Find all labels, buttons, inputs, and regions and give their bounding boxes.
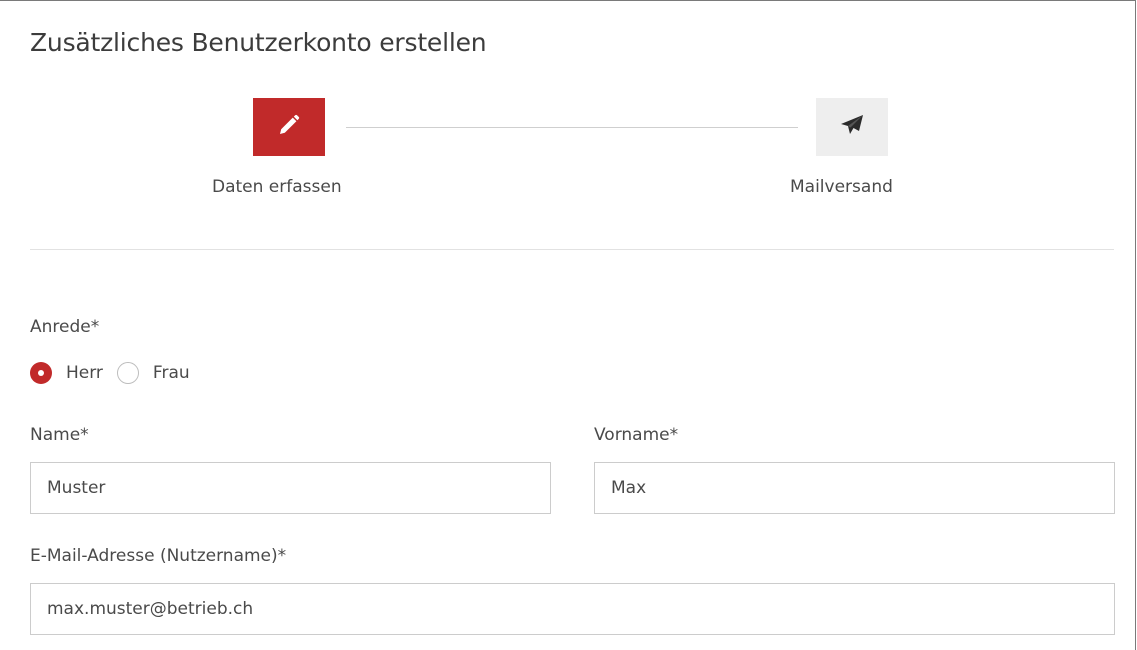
radio-checked-icon[interactable] bbox=[30, 362, 52, 384]
radio-unchecked-icon[interactable] bbox=[116, 362, 139, 384]
step-2-label: Mailversand bbox=[790, 177, 893, 197]
last-name-label: Name* bbox=[30, 425, 89, 445]
step-2-mail-dispatch[interactable] bbox=[816, 98, 888, 156]
salutation-label: Anrede* bbox=[30, 317, 100, 337]
pencil-icon bbox=[277, 113, 301, 141]
radio-frau[interactable]: Frau bbox=[116, 362, 190, 384]
step-connector-line bbox=[346, 127, 798, 128]
first-name-input[interactable] bbox=[594, 462, 1115, 514]
email-input[interactable] bbox=[30, 583, 1115, 635]
salutation-radio-group: Herr Frau bbox=[30, 359, 190, 387]
step-1-data-entry[interactable] bbox=[253, 98, 325, 156]
paper-plane-icon bbox=[839, 113, 865, 141]
step-1-label: Daten erfassen bbox=[212, 177, 342, 197]
first-name-label: Vorname* bbox=[594, 425, 679, 445]
page-title: Zusätzliches Benutzerkonto erstellen bbox=[30, 28, 487, 57]
radio-herr[interactable]: Herr bbox=[30, 362, 103, 384]
section-divider bbox=[30, 249, 1114, 250]
last-name-input[interactable] bbox=[30, 462, 551, 514]
email-label: E-Mail-Adresse (Nutzername)* bbox=[30, 546, 287, 566]
radio-frau-label: Frau bbox=[152, 363, 190, 383]
radio-herr-label: Herr bbox=[66, 363, 103, 383]
